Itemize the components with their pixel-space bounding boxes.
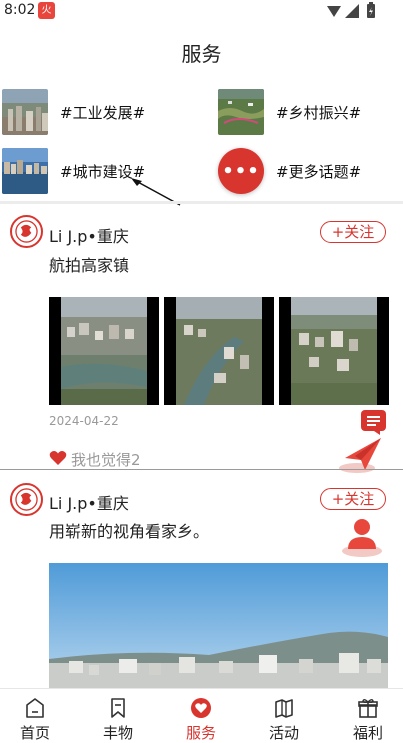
avatar[interactable]	[10, 215, 43, 248]
topic-thumb-rural	[218, 89, 264, 135]
heart-icon	[191, 698, 211, 718]
status-time: 8:02	[4, 2, 36, 18]
topic-more[interactable]: ••• #更多话题#	[218, 148, 398, 194]
post-author[interactable]: Li J.p•重庆	[49, 223, 129, 247]
wifi-icon	[327, 6, 341, 17]
topic-rural[interactable]: #乡村振兴#	[218, 89, 398, 135]
gift-icon	[358, 699, 378, 718]
home-icon	[26, 698, 44, 718]
post-text: 用崭新的视角看家乡。	[49, 522, 210, 541]
topic-city[interactable]: #城市建设#	[2, 148, 192, 194]
nav-label-welfare: 福利	[352, 724, 383, 742]
nav-item-home[interactable]: 首页	[0, 689, 70, 743]
post-divider	[0, 469, 403, 470]
bookmark-icon	[111, 698, 125, 718]
ellipsis-icon: •••	[222, 161, 260, 182]
nav-label-home: 首页	[19, 724, 50, 742]
post-author[interactable]: Li J.p•重庆	[49, 490, 129, 514]
post-date: 2024-04-22	[49, 414, 119, 428]
nav-item-service[interactable]: 服务	[166, 689, 236, 743]
heart-icon[interactable]	[49, 449, 67, 467]
follow-button[interactable]: +关注	[320, 221, 386, 243]
avatar[interactable]	[10, 483, 43, 516]
map-icon	[275, 699, 293, 718]
post-image-3[interactable]	[279, 297, 389, 405]
bottom-nav: 首页 丰物 服务 活动 福利	[0, 688, 403, 743]
nav-label-activity: 活动	[268, 724, 299, 742]
nav-item-goods[interactable]: 丰物	[83, 689, 153, 743]
nav-label-service: 服务	[185, 724, 216, 742]
topic-label-rural: #乡村振兴#	[276, 104, 362, 122]
more-topics-icon: •••	[218, 148, 264, 194]
post-image-2[interactable]	[164, 297, 274, 405]
like-count[interactable]: 我也觉得2	[71, 449, 141, 470]
post-image-large[interactable]	[49, 563, 388, 688]
topic-label-city: #城市建设#	[60, 163, 146, 181]
topic-thumb-city	[2, 148, 48, 194]
signal-icon	[345, 4, 359, 18]
section-divider	[0, 201, 403, 204]
status-bar: 8:02 火	[0, 0, 403, 22]
profile-float-icon[interactable]	[336, 513, 388, 558]
post-image-1[interactable]	[49, 297, 159, 405]
page-title: 服务	[181, 42, 222, 66]
nav-item-activity[interactable]: 活动	[249, 689, 319, 743]
topic-label-more: #更多话题#	[276, 163, 362, 181]
nav-label-goods: 丰物	[102, 724, 133, 742]
topic-industry[interactable]: #工业发展#	[2, 89, 192, 135]
topic-thumb-industry	[2, 89, 48, 135]
status-icons	[327, 2, 375, 18]
topic-label-industry: #工业发展#	[60, 104, 146, 122]
nav-item-welfare[interactable]: 福利	[333, 689, 403, 743]
follow-button[interactable]: +关注	[320, 488, 386, 510]
app-notification-icon: 火	[38, 2, 55, 19]
post-text: 航拍高家镇	[49, 256, 130, 275]
